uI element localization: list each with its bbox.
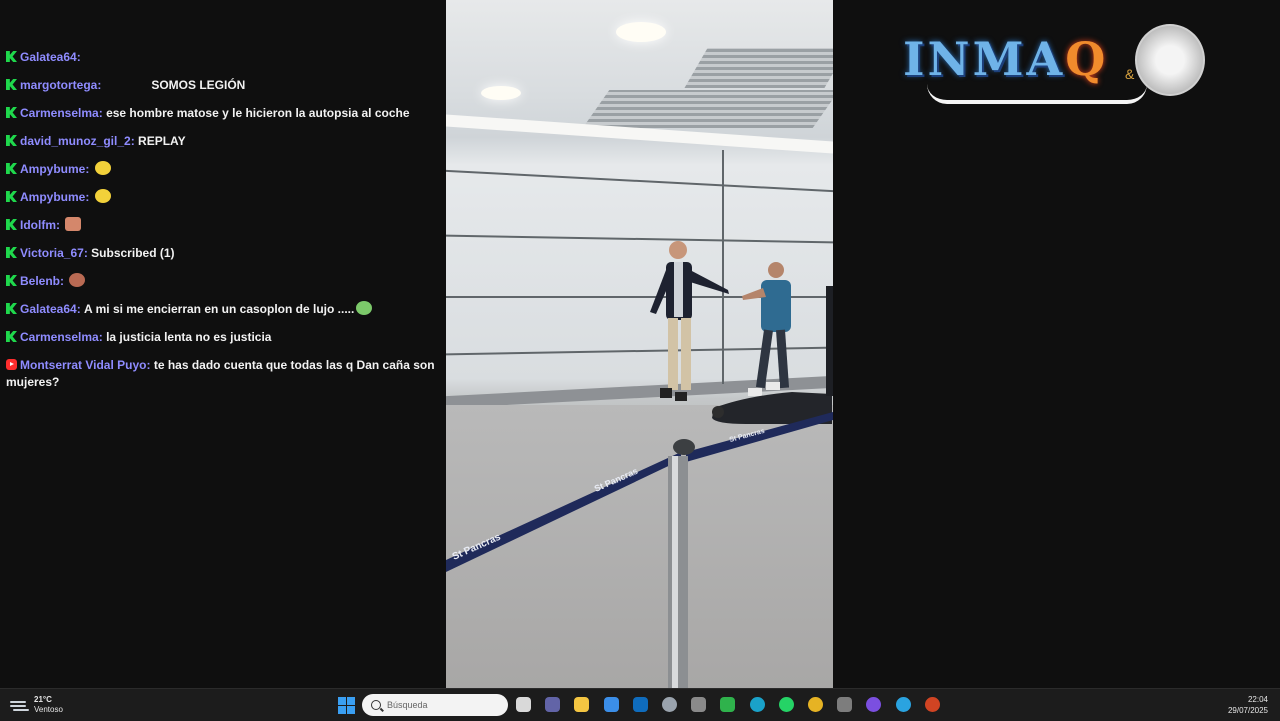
search-icon xyxy=(371,700,381,710)
logo-letters: INMA xyxy=(903,32,1066,86)
kick-badge-icon xyxy=(6,135,17,146)
logo-text: INMAQ xyxy=(903,32,1108,86)
chat-username[interactable]: david_munoz_gil_2: xyxy=(20,134,135,148)
chat-message: david_munoz_gil_2: REPLAY xyxy=(0,128,464,156)
logo-swoosh xyxy=(927,84,1147,104)
chat-username[interactable]: Victoria_67: xyxy=(20,246,88,260)
emote-yellow-tongue-icon xyxy=(94,189,111,203)
chat-text: SOMOS LEGIÓN xyxy=(151,78,246,92)
chat-username[interactable]: Ampybume: xyxy=(20,162,89,176)
kick-badge-icon xyxy=(6,219,17,230)
kick-badge-icon xyxy=(6,51,17,62)
search-input[interactable] xyxy=(387,700,497,710)
kick-badge-icon xyxy=(6,247,17,258)
chat-message: Carmenselma: la justicia lenta no es jus… xyxy=(0,324,464,352)
emote-face-photo-icon xyxy=(65,217,82,231)
file-explorer-icon[interactable] xyxy=(574,697,590,712)
copilot-icon[interactable] xyxy=(662,697,677,712)
chat-message: Ampybume: xyxy=(0,184,464,212)
chat-text: Subscribed (1) xyxy=(91,246,175,260)
youtube-badge-icon xyxy=(6,359,17,370)
teams-icon[interactable] xyxy=(545,697,561,712)
chat-username[interactable]: Carmenselma: xyxy=(20,330,103,344)
chat-message: margotortega: SOMOS LEGIÓN xyxy=(0,72,464,100)
chat-username[interactable]: Idolfm: xyxy=(20,218,60,232)
clock-time: 22:04 xyxy=(1247,695,1268,704)
partial-person xyxy=(826,286,833,396)
chat-panel: Galatea64: margotortega: SOMOS LEGIÓN Carm… xyxy=(0,44,464,398)
chat-message: Galatea64: xyxy=(0,44,464,72)
defender-icon[interactable] xyxy=(837,697,853,712)
stanchion-top xyxy=(673,439,695,455)
camtasia-icon[interactable] xyxy=(720,697,736,712)
start-button[interactable] xyxy=(337,696,355,714)
kick-badge-icon xyxy=(6,79,17,90)
clock-date: 29/07/2025 xyxy=(1227,706,1268,715)
store-icon[interactable] xyxy=(603,697,619,712)
task-view-icon[interactable] xyxy=(516,697,531,712)
emote-see-no-evil-monkey-icon xyxy=(69,273,86,287)
chat-message: Victoria_67: Subscribed (1) xyxy=(0,240,464,268)
chat-text: ese hombre matose y le hicieron la autop… xyxy=(106,106,410,120)
emote-yellow-face-icon xyxy=(94,161,111,175)
chat-message: Idolfm: xyxy=(0,212,464,240)
channel-logo: INMAQ & xyxy=(903,24,1205,104)
kick-badge-icon xyxy=(6,275,17,286)
chat-message: Nardamaria: Uribe alias "EL MATARIFE" ha… xyxy=(0,397,464,398)
man-in-blazer xyxy=(650,241,729,401)
chat-text: la justicia lenta no es justicia xyxy=(106,330,272,344)
wind-icon xyxy=(10,699,28,711)
scene-people: St Pancras St Pancras St Pancras xyxy=(446,241,833,688)
logo-q: Q xyxy=(1065,32,1109,86)
video-player[interactable]: St Pancras St Pancras St Pancras xyxy=(446,0,833,688)
chat-username[interactable]: Ampybume: xyxy=(20,190,89,204)
chat-username[interactable]: margotortega: xyxy=(20,78,101,92)
whatsapp-icon[interactable] xyxy=(778,697,794,712)
chat-username[interactable]: Montserrat Vidal Puyo: xyxy=(20,358,150,372)
chat-message: Montserrat Vidal Puyo: te has dado cuent… xyxy=(0,352,464,397)
edge-icon[interactable] xyxy=(749,697,765,712)
kick-badge-icon xyxy=(6,191,17,202)
kick-badge-icon xyxy=(6,163,17,174)
telegram-icon[interactable] xyxy=(895,697,911,712)
powerpoint-icon[interactable] xyxy=(924,697,940,712)
logo-ampersand: & xyxy=(1125,66,1135,82)
chat-username[interactable]: Belenb: xyxy=(20,274,64,288)
kick-badge-icon xyxy=(6,303,17,314)
outlook-icon[interactable] xyxy=(632,697,648,712)
emote-green-face-icon xyxy=(356,301,373,315)
chat-message: Ampybume: xyxy=(0,156,464,184)
chat-message: Belenb: xyxy=(0,268,464,296)
chat-username[interactable]: Galatea64: xyxy=(20,50,81,64)
chat-text: A mi si me encierran en un casoplon de l… xyxy=(84,302,355,316)
kick-badge-icon xyxy=(6,331,17,342)
chat-username[interactable]: Carmenselma: xyxy=(20,106,103,120)
chat-text: REPLAY xyxy=(138,134,186,148)
system-clock[interactable]: 22:04 29/07/2025 xyxy=(1228,694,1268,716)
taskbar: 21°C Ventoso 22:04 29/07/2025 xyxy=(0,688,1280,721)
weather-temp: 21°C xyxy=(34,695,52,704)
weather-condition: Ventoso xyxy=(34,705,63,714)
barrier-belt-left xyxy=(446,452,681,572)
taskbar-search[interactable] xyxy=(362,694,508,716)
man-in-blue-shirt xyxy=(742,262,791,396)
chrome-icon[interactable] xyxy=(808,697,823,712)
chat-message: Galatea64: A mi si me encierran en un ca… xyxy=(0,296,464,324)
kick-badge-icon xyxy=(6,107,17,118)
settings-icon[interactable] xyxy=(691,697,707,712)
weather-widget[interactable]: 21°C Ventoso xyxy=(10,694,63,716)
chat-message: Carmenselma: ese hombre matose y le hici… xyxy=(0,100,464,128)
app-purple-icon[interactable] xyxy=(866,697,882,712)
chat-username[interactable]: Galatea64: xyxy=(20,302,81,316)
